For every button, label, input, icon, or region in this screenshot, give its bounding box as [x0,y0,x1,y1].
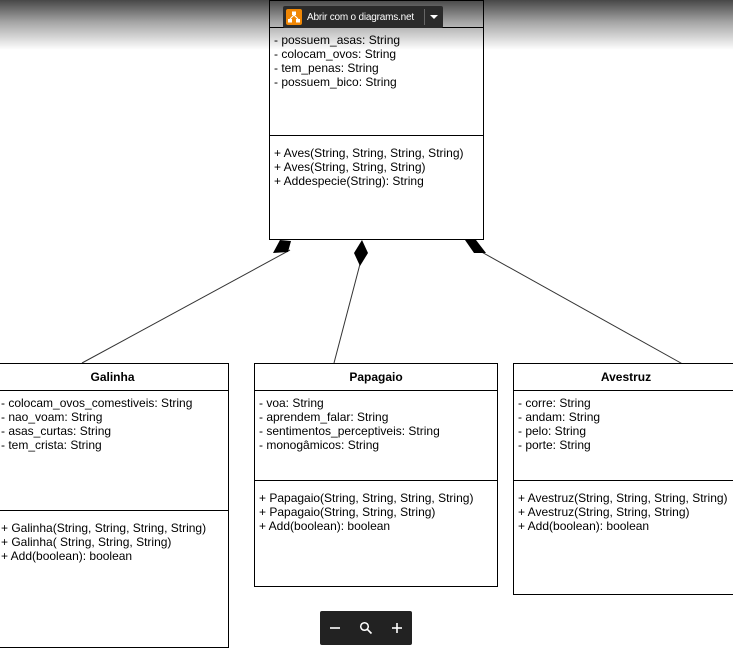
class-aves-attributes: - possuem_asas: String - colocam_ovos: S… [270,28,483,136]
edge-aves-papagaio [333,240,368,364]
attribute: - monogâmicos: String [259,438,380,452]
method: + Aves(String, String, String) [274,160,426,174]
attribute: - possuem_asas: String [274,33,401,47]
class-galinha[interactable]: Galinha - colocam_ovos_comestiveis: Stri… [0,363,229,648]
class-galinha-attributes: - colocam_ovos_comestiveis: String - nao… [0,391,228,511]
open-in-diagrams-toolbar: Abrir com o diagrams.net [283,6,443,28]
method: + Papagaio(String, String, String, Strin… [259,491,474,505]
attribute: - tem_crista: String [1,438,102,452]
class-avestruz-methods: + Avestruz(String, String, String, Strin… [514,481,733,533]
method: + Add(boolean): boolean [1,549,133,563]
method: + Avestruz(String, String, String) [518,505,690,519]
class-avestruz-attributes: - corre: String - andam: String - pelo: … [514,391,733,481]
attribute: - voa: String [259,396,324,410]
attribute: - asas_curtas: String [1,424,112,438]
method: + Addespecie(String): String [274,174,424,188]
chevron-down-icon[interactable] [425,6,443,28]
class-papagaio[interactable]: Papagaio - voa: String - aprendem_falar:… [254,363,498,587]
method: + Galinha( String, String, String) [1,535,172,549]
class-papagaio-methods: + Papagaio(String, String, String, Strin… [255,481,497,533]
diagrams-logo-icon [286,9,302,25]
attribute: - pelo: String [518,424,587,438]
method: + Aves(String, String, String, String) [274,146,464,160]
class-aves-methods: + Aves(String, String, String, String) +… [270,136,483,188]
attribute: - colocam_ovos: String [274,47,397,61]
attribute: - porte: String [518,438,591,452]
attribute: - sentimentos_perceptiveis: String [259,424,440,438]
method: + Add(boolean): boolean [518,519,650,533]
composition-diamond-avestruz [465,240,486,253]
zoom-controls [320,611,412,645]
attribute: - tem_penas: String [274,61,379,75]
attribute: - nao_voam: String [1,410,103,424]
class-papagaio-name: Papagaio [255,364,497,391]
open-in-diagrams-button[interactable]: Abrir com o diagrams.net [307,12,414,23]
plus-icon[interactable] [385,616,409,640]
edge-aves-galinha [81,240,291,364]
class-aves[interactable]: Aves - possuem_asas: String - colocam_ov… [269,0,484,240]
class-avestruz[interactable]: Avestruz - corre: String - andam: String… [513,363,733,595]
zoom-icon[interactable] [354,616,378,640]
class-galinha-methods: + Galinha(String, String, String, String… [0,511,228,563]
attribute: - andam: String [518,410,601,424]
class-galinha-name: Galinha [0,364,228,391]
method: + Avestruz(String, String, String, Strin… [518,491,728,505]
attribute: - corre: String [518,396,591,410]
attribute: - aprendem_falar: String [259,410,389,424]
composition-diamond-papagaio [354,240,368,266]
method: + Papagaio(String, String, String) [259,505,436,519]
attribute: - colocam_ovos_comestiveis: String [1,396,193,410]
class-papagaio-attributes: - voa: String - aprendem_falar: String -… [255,391,497,481]
minus-icon[interactable] [323,616,347,640]
attribute: - possuem_bico: String [274,75,397,89]
method: + Galinha(String, String, String, String… [1,521,207,535]
method: + Add(boolean): boolean [259,519,391,533]
class-avestruz-name: Avestruz [514,364,733,391]
edge-aves-avestruz [465,240,698,373]
